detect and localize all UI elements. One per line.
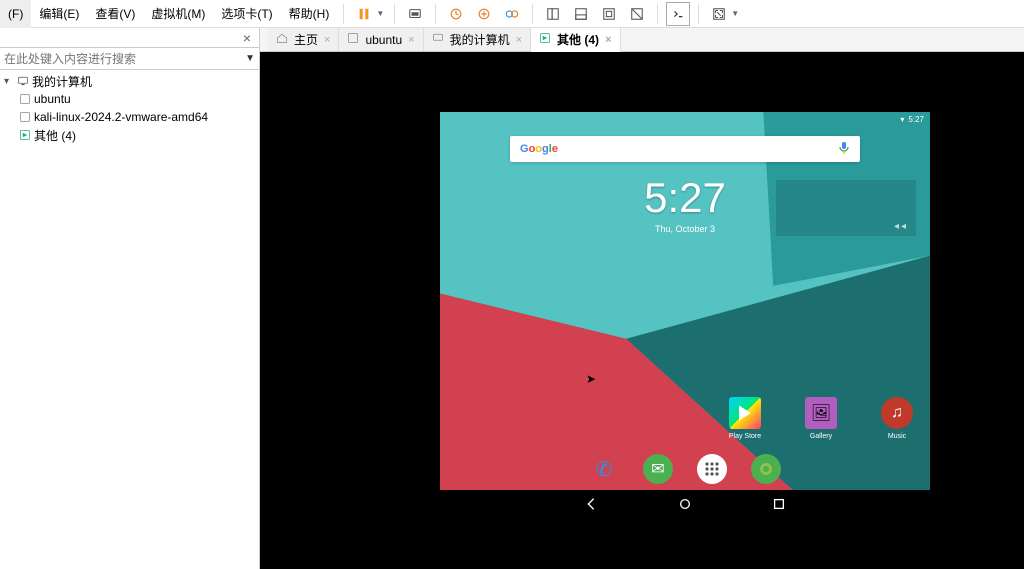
tree-item-kali[interactable]: kali-linux-2024.2-vmware-amd64 — [0, 108, 259, 126]
view-console-icon[interactable] — [569, 2, 593, 26]
tab-close-icon[interactable]: × — [408, 34, 414, 46]
menu-help[interactable]: 帮助(H) — [281, 0, 338, 28]
separator — [435, 4, 436, 24]
separator — [657, 4, 658, 24]
status-time: 5:27 — [908, 115, 924, 124]
app-label: Music — [874, 433, 920, 440]
search-dropdown-icon[interactable]: ▼ — [245, 53, 255, 64]
mic-icon[interactable] — [838, 141, 850, 158]
tree-root-my-computer[interactable]: ▾ 我的计算机 — [0, 72, 259, 90]
music-widget[interactable]: ◂◂ — [776, 180, 916, 236]
take-snapshot-icon[interactable] — [472, 2, 496, 26]
nav-back-icon[interactable] — [584, 497, 598, 516]
nav-home-icon[interactable] — [678, 497, 692, 516]
vm-icon — [347, 32, 359, 47]
tree-item-other[interactable]: 其他 (4) — [0, 126, 259, 144]
library-search-input[interactable] — [4, 52, 245, 66]
vm-running-icon — [18, 129, 32, 141]
view-single-icon[interactable] — [541, 2, 565, 26]
separator — [698, 4, 699, 24]
separator — [532, 4, 533, 24]
tree-item-label: kali-linux-2024.2-vmware-amd64 — [34, 110, 208, 124]
tab-close-icon[interactable]: × — [324, 34, 330, 46]
vm-display-area[interactable]: ▾ 5:27 Google 5:27 Thu, October 3 — [260, 52, 1024, 569]
battery-icon: ▾ — [900, 115, 904, 124]
tree-root-label: 我的计算机 — [32, 73, 92, 90]
separator — [394, 4, 395, 24]
computer-icon — [432, 32, 444, 47]
dock-messages-icon[interactable]: ✉ — [643, 454, 673, 484]
tree-item-ubuntu[interactable]: ubuntu — [0, 90, 259, 108]
dock-browser-icon[interactable] — [751, 454, 781, 484]
tab-label: 主页 — [294, 31, 318, 48]
library-tree: ▾ 我的计算机 ubuntu kali-linux-2024.2-vmware-… — [0, 70, 259, 146]
android-screen[interactable]: ▾ 5:27 Google 5:27 Thu, October 3 — [440, 112, 930, 522]
menu-vm[interactable]: 虚拟机(M) — [143, 0, 213, 28]
vm-icon — [18, 93, 32, 105]
sidebar-close-icon[interactable]: × — [235, 30, 259, 46]
view-stretch-icon[interactable] — [625, 2, 649, 26]
tab-label: 其他 (4) — [557, 31, 599, 48]
vm-icon — [18, 111, 32, 123]
dock-app-drawer-icon[interactable] — [697, 454, 727, 484]
revert-snapshot-icon[interactable] — [444, 2, 468, 26]
rewind-icon[interactable]: ◂◂ — [894, 221, 908, 232]
app-music[interactable]: ♫ Music — [874, 397, 920, 440]
menu-edit[interactable]: 编辑(E) — [31, 0, 87, 28]
menu-view[interactable]: 查看(V) — [87, 0, 143, 28]
snapshot-button[interactable] — [403, 2, 427, 26]
fullscreen-icon[interactable] — [707, 2, 731, 26]
home-icon — [276, 32, 288, 47]
view-fit-icon[interactable] — [597, 2, 621, 26]
android-status-bar[interactable]: ▾ 5:27 — [900, 112, 924, 126]
separator — [343, 4, 344, 24]
android-dock: ✆ ✉ — [440, 454, 930, 484]
app-play-store[interactable]: Play Store — [722, 397, 768, 440]
tab-close-icon[interactable]: × — [516, 34, 522, 46]
dock-phone-icon[interactable]: ✆ — [589, 454, 619, 484]
android-nav-bar — [440, 490, 930, 522]
app-label: Play Store — [722, 433, 768, 440]
tab-bar: 主页 × ubuntu × 我的计算机 × 其他 (4) × — [260, 28, 1024, 52]
tab-label: 我的计算机 — [450, 31, 510, 48]
tab-label: ubuntu — [365, 33, 402, 47]
view-terminal-icon[interactable] — [666, 2, 690, 26]
computer-icon — [16, 75, 30, 87]
nav-recent-icon[interactable] — [772, 497, 786, 516]
library-sidebar: × ▼ ▾ 我的计算机 ubuntu kali-linux-2024.2-vmw… — [0, 28, 260, 569]
tab-ubuntu[interactable]: ubuntu × — [339, 28, 423, 51]
tab-my-computer[interactable]: 我的计算机 × — [424, 28, 531, 51]
tree-item-label: ubuntu — [34, 92, 71, 106]
google-logo: Google — [520, 143, 558, 155]
tab-close-icon[interactable]: × — [605, 34, 611, 46]
fullscreen-dropdown[interactable]: ▼ — [731, 9, 739, 18]
menu-bar: (F) 编辑(E) 查看(V) 虚拟机(M) 选项卡(T) 帮助(H) ▼ ▼ — [0, 0, 1024, 28]
menu-file[interactable]: (F) — [0, 0, 31, 28]
pause-button[interactable] — [352, 2, 376, 26]
vm-running-icon — [539, 32, 551, 47]
tab-home[interactable]: 主页 × — [268, 28, 339, 51]
mouse-cursor-icon: ➤ — [586, 372, 596, 386]
tab-other-active[interactable]: 其他 (4) × — [531, 28, 620, 52]
app-label: Gallery — [798, 433, 844, 440]
pause-dropdown[interactable]: ▼ — [376, 9, 384, 18]
app-gallery[interactable]: 🖼 Gallery — [798, 397, 844, 440]
google-search-bar[interactable]: Google — [510, 136, 860, 162]
tree-item-label: 其他 (4) — [34, 127, 76, 144]
menu-tabs[interactable]: 选项卡(T) — [213, 0, 280, 28]
manage-snapshot-icon[interactable] — [500, 2, 524, 26]
